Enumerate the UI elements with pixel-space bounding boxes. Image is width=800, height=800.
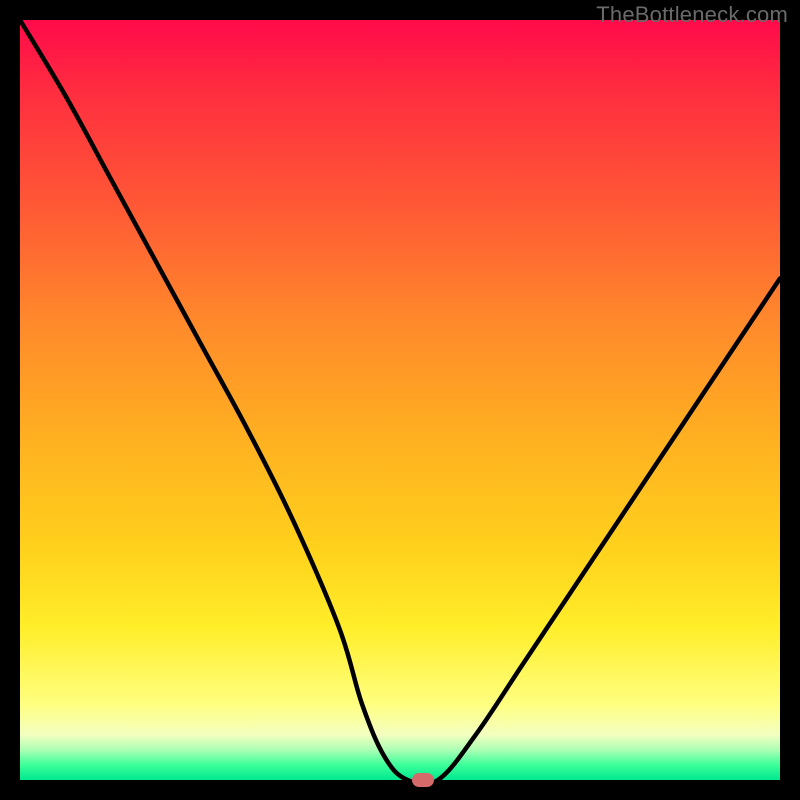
minimum-marker (412, 773, 434, 787)
watermark-text: TheBottleneck.com (596, 2, 788, 28)
bottleneck-curve (20, 20, 780, 780)
plot-area (20, 20, 780, 780)
chart-container: TheBottleneck.com (0, 0, 800, 800)
